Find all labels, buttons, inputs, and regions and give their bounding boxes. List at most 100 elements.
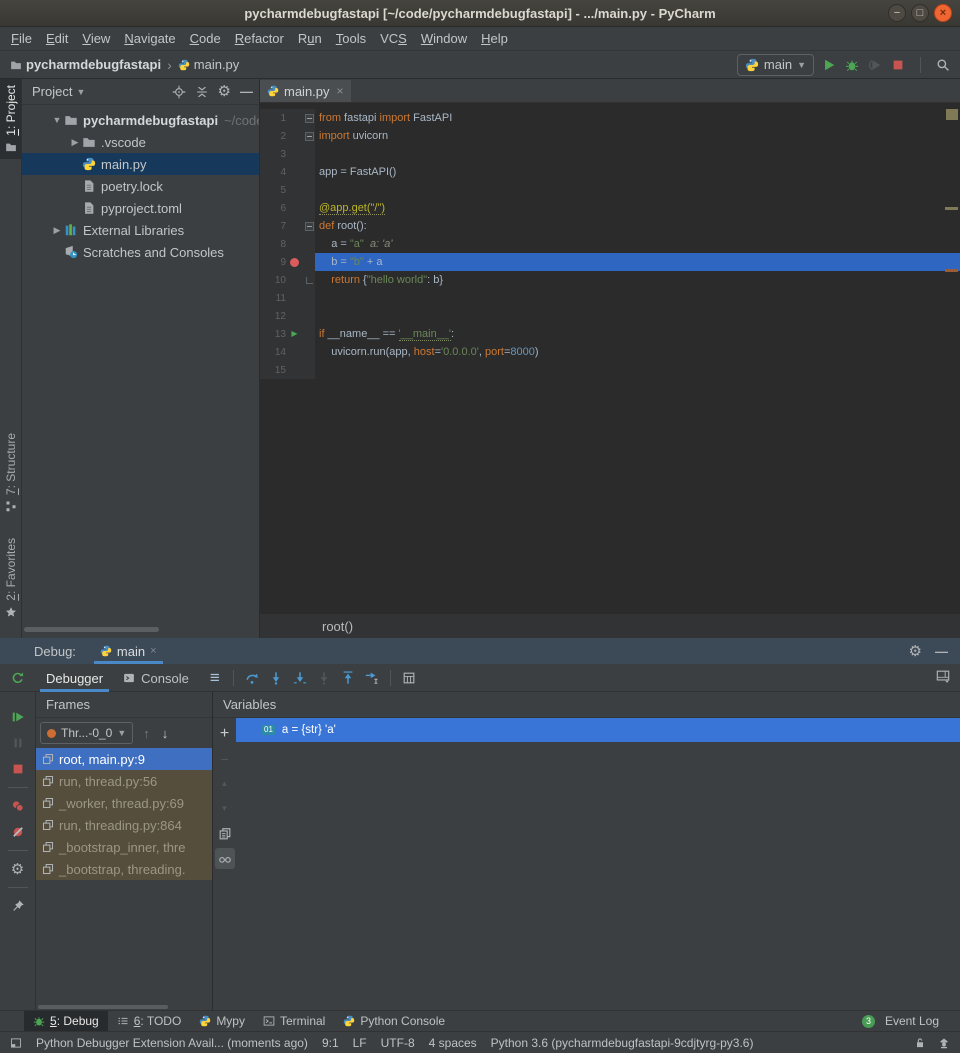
gutter[interactable]: 12 xyxy=(260,307,315,325)
view-breakpoints-button[interactable] xyxy=(6,793,30,819)
warning-stripe-marker[interactable] xyxy=(945,207,958,210)
gutter[interactable]: 15 xyxy=(260,361,315,379)
code-text[interactable]: b = "b" + a xyxy=(315,253,960,271)
hector-icon[interactable] xyxy=(938,1037,950,1049)
gutter[interactable]: 2 xyxy=(260,127,315,145)
restore-layout-icon[interactable] xyxy=(936,669,950,683)
sidebar-tab--project[interactable]: 1: Project xyxy=(0,79,21,159)
code-text[interactable]: a = "a" a: 'a' xyxy=(315,235,960,253)
menu-view[interactable]: View xyxy=(75,27,117,50)
thread-selector[interactable]: Thr...-0_0 ▼ xyxy=(40,722,133,744)
menu-refactor[interactable]: Refactor xyxy=(228,27,291,50)
run-button[interactable] xyxy=(822,58,836,72)
lock-icon[interactable] xyxy=(914,1037,926,1049)
frame-row[interactable]: run, threading.py:864 xyxy=(36,814,212,836)
breakpoint-icon[interactable] xyxy=(290,258,299,267)
toolwindow-button-6-todo[interactable]: 6: TODO xyxy=(108,1011,191,1031)
menu-edit[interactable]: Edit xyxy=(39,27,75,50)
toolwindow-button-5-debug[interactable]: 5: Debug xyxy=(24,1011,108,1031)
chevron-collapsed-icon[interactable]: ▶ xyxy=(68,137,82,148)
menu-code[interactable]: Code xyxy=(183,27,228,50)
gutter[interactable]: 11 xyxy=(260,289,315,307)
step-out-button[interactable] xyxy=(336,666,360,690)
chevron-expanded-icon[interactable]: ▼ xyxy=(50,115,64,125)
code-text[interactable]: @app.get("/") xyxy=(315,199,960,217)
code-text[interactable]: def root(): xyxy=(315,217,960,235)
hide-panel-icon[interactable]: — xyxy=(935,644,948,659)
debug-session-tab[interactable]: main × xyxy=(92,638,165,664)
gutter[interactable]: 3 xyxy=(260,145,315,163)
status-item[interactable]: 9:1 xyxy=(322,1036,339,1050)
pin-button[interactable] xyxy=(6,893,30,919)
layout-menu-button[interactable]: ≡ xyxy=(203,666,227,690)
menu-vcs[interactable]: VCS xyxy=(373,27,414,50)
stop-square-button[interactable] xyxy=(6,756,30,782)
gutter[interactable]: 6 xyxy=(260,199,315,217)
code-text[interactable]: import uvicorn xyxy=(315,127,960,145)
evaluate-button[interactable] xyxy=(397,666,421,690)
fold-marker[interactable] xyxy=(303,222,315,231)
settings-button[interactable]: ⚙ xyxy=(6,856,30,882)
tree-item-pycharmdebugfastapi[interactable]: ▼pycharmdebugfastapi~/code/pycharmdebugf… xyxy=(22,109,259,131)
step-into-my-code-button[interactable] xyxy=(288,666,312,690)
toolwindow-icon[interactable] xyxy=(10,1037,22,1049)
menu-tools[interactable]: Tools xyxy=(329,27,373,50)
code-text[interactable] xyxy=(315,307,960,325)
code-text[interactable] xyxy=(315,181,960,199)
toolwindow-button-mypy[interactable]: Mypy xyxy=(190,1011,254,1031)
gutter[interactable]: 9 xyxy=(260,253,315,271)
gutter[interactable]: 14 xyxy=(260,343,315,361)
add-watch-button[interactable]: + xyxy=(215,723,235,744)
gutter[interactable]: 7 xyxy=(260,217,315,235)
frame-row[interactable]: run, thread.py:56 xyxy=(36,770,212,792)
code-text[interactable] xyxy=(315,289,960,307)
previous-frame-icon[interactable]: ↑ xyxy=(143,726,150,741)
tab-debugger[interactable]: Debugger xyxy=(36,664,113,692)
collapse-all-icon[interactable] xyxy=(195,85,209,99)
code-area[interactable]: 1from fastapi import FastAPI2import uvic… xyxy=(260,103,960,613)
run-to-cursor-button[interactable] xyxy=(360,666,384,690)
gutter[interactable]: 8 xyxy=(260,235,315,253)
tree-item--vscode[interactable]: ▶.vscode xyxy=(22,131,259,153)
code-text[interactable]: from fastapi import FastAPI xyxy=(315,109,960,127)
chevron-collapsed-icon[interactable]: ▶ xyxy=(50,225,64,236)
frame-row[interactable]: root, main.py:9 xyxy=(36,748,212,770)
toolwindow-button-terminal[interactable]: Terminal xyxy=(254,1011,334,1031)
gutter[interactable]: 5 xyxy=(260,181,315,199)
variable-row[interactable]: 01a = {str} 'a' xyxy=(236,718,960,742)
resume-button[interactable] xyxy=(6,704,30,730)
breakpoint-stripe-marker[interactable] xyxy=(945,269,958,272)
code-text[interactable] xyxy=(315,361,960,379)
sidebar-tab--structure[interactable]: 7: Structure xyxy=(0,427,21,518)
breadcrumb-item[interactable]: main.py xyxy=(178,57,240,72)
code-text[interactable]: if __name__ == '__main__': xyxy=(315,325,960,343)
tab-console[interactable]: Console xyxy=(113,664,199,692)
status-item[interactable]: Python 3.6 (pycharmdebugfastapi-9cdjtyrg… xyxy=(491,1036,754,1050)
project-horizontal-scrollbar[interactable] xyxy=(24,627,184,632)
stop-button[interactable] xyxy=(891,58,905,72)
frame-row[interactable]: _bootstrap, threading. xyxy=(36,858,212,880)
fold-marker[interactable] xyxy=(303,277,315,284)
locate-icon[interactable] xyxy=(172,85,186,99)
gutter[interactable]: 10 xyxy=(260,271,315,289)
gutter[interactable]: 4 xyxy=(260,163,315,181)
status-item[interactable]: LF xyxy=(353,1036,367,1050)
editor-tab-mainpy[interactable]: main.py × xyxy=(260,80,351,102)
fold-marker[interactable] xyxy=(303,132,315,141)
sidebar-tab--favorites[interactable]: 2: Favorites xyxy=(0,532,21,624)
fold-marker[interactable] xyxy=(303,114,315,123)
code-text[interactable] xyxy=(315,145,960,163)
tree-item-external-libraries[interactable]: ▶External Libraries xyxy=(22,219,259,241)
menu-navigate[interactable]: Navigate xyxy=(117,27,182,50)
close-icon[interactable]: × xyxy=(150,645,156,657)
rerun-icon[interactable] xyxy=(11,671,25,685)
inspection-status-marker[interactable] xyxy=(946,109,958,120)
tree-item-main-py[interactable]: main.py xyxy=(22,153,259,175)
gutter[interactable]: 13▶ xyxy=(260,325,315,343)
menu-help[interactable]: Help xyxy=(474,27,515,50)
close-button[interactable]: × xyxy=(934,4,952,22)
run-gutter-icon[interactable]: ▶ xyxy=(291,330,297,338)
menu-file[interactable]: File xyxy=(4,27,39,50)
duplicate-watch-button[interactable] xyxy=(215,823,235,844)
breadcrumb-item[interactable]: pycharmdebugfastapi xyxy=(10,57,161,72)
